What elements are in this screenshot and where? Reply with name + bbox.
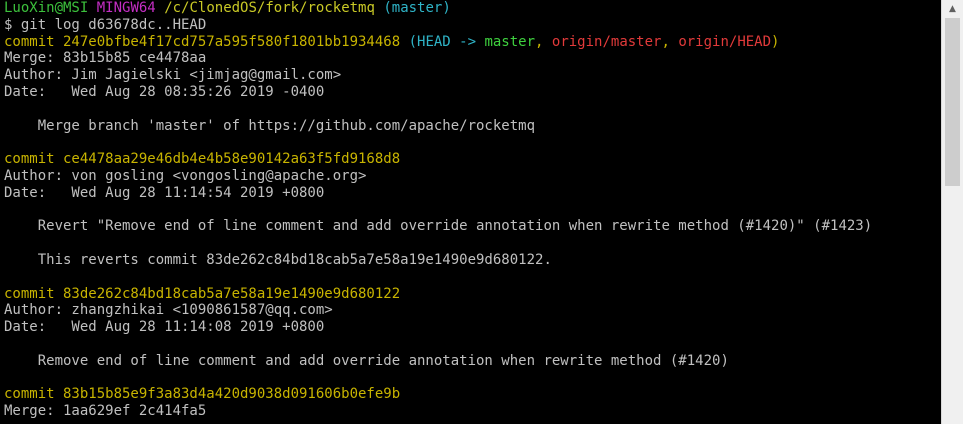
terminal-window[interactable]: LuoXin@MSI MINGW64 /c/ClonedOS/fork/rock… bbox=[0, 0, 963, 424]
commit-author-line: Author: Jim Jagielski <jimjag@gmail.com> bbox=[4, 67, 342, 84]
commit-hash: commit 247e0bfbe4f17cd757a595f580f1801bb… bbox=[4, 33, 401, 50]
commit-hash-line: commit 83b15b85e9f3a83d4a420d9038d091606… bbox=[4, 386, 401, 403]
ref-origin-head: origin/HEAD bbox=[678, 33, 772, 50]
vertical-scrollbar[interactable]: ▲ bbox=[941, 0, 963, 424]
commit-message-line: Merge branch 'master' of https://github.… bbox=[4, 117, 536, 134]
ref-close: ) bbox=[771, 33, 780, 50]
terminal-output: LuoXin@MSI MINGW64 /c/ClonedOS/fork/rock… bbox=[4, 0, 934, 420]
commit-date-line: Date: Wed Aug 28 08:35:26 2019 -0400 bbox=[4, 83, 325, 100]
commit-date-line: Date: Wed Aug 28 11:14:08 2019 +0800 bbox=[4, 319, 325, 336]
commit-message-line: Remove end of line comment and add overr… bbox=[4, 352, 729, 369]
command-line: $ git log d63678dc..HEAD bbox=[4, 16, 207, 33]
commit-hash-line: commit 247e0bfbe4f17cd757a595f580f1801bb… bbox=[4, 34, 934, 51]
commit-merge-line: Merge: 1aa629ef 2c414fa5 bbox=[4, 403, 207, 420]
commit-author-line: Author: zhangzhikai <1090861587@qq.com> bbox=[4, 302, 333, 319]
commit-author-line: Author: von gosling <vongosling@apache.o… bbox=[4, 167, 367, 184]
prompt-shell: MINGW64 bbox=[96, 0, 156, 16]
prompt-path: /c/ClonedOS/fork/rocketmq bbox=[164, 0, 375, 16]
prompt-branch: (master) bbox=[383, 0, 451, 16]
scroll-thumb[interactable] bbox=[945, 18, 960, 186]
ref-head-open: (HEAD -> bbox=[408, 33, 485, 50]
commit-merge-line: Merge: 83b15b85 ce4478aa bbox=[4, 50, 207, 67]
prompt-line: LuoXin@MSI MINGW64 /c/ClonedOS/fork/rock… bbox=[4, 0, 934, 17]
ref-master: master bbox=[484, 33, 536, 50]
commit-message-line: Revert "Remove end of line comment and a… bbox=[4, 218, 873, 235]
commit-hash-line: commit ce4478aa29e46db4e4b58e90142a63f5f… bbox=[4, 151, 401, 168]
ref-sep: , bbox=[535, 33, 552, 50]
ref-sep: , bbox=[661, 33, 679, 50]
commit-message-line: This reverts commit 83de262c84bd18cab5a7… bbox=[4, 251, 552, 268]
prompt-user-host: LuoXin@MSI bbox=[4, 0, 89, 16]
commit-hash-line: commit 83de262c84bd18cab5a7e58a19e1490e9… bbox=[4, 285, 401, 302]
ref-origin-master: origin/master bbox=[551, 33, 662, 50]
scroll-up-arrow-icon[interactable]: ▲ bbox=[942, 0, 963, 17]
commit-date-line: Date: Wed Aug 28 11:14:54 2019 +0800 bbox=[4, 184, 325, 201]
